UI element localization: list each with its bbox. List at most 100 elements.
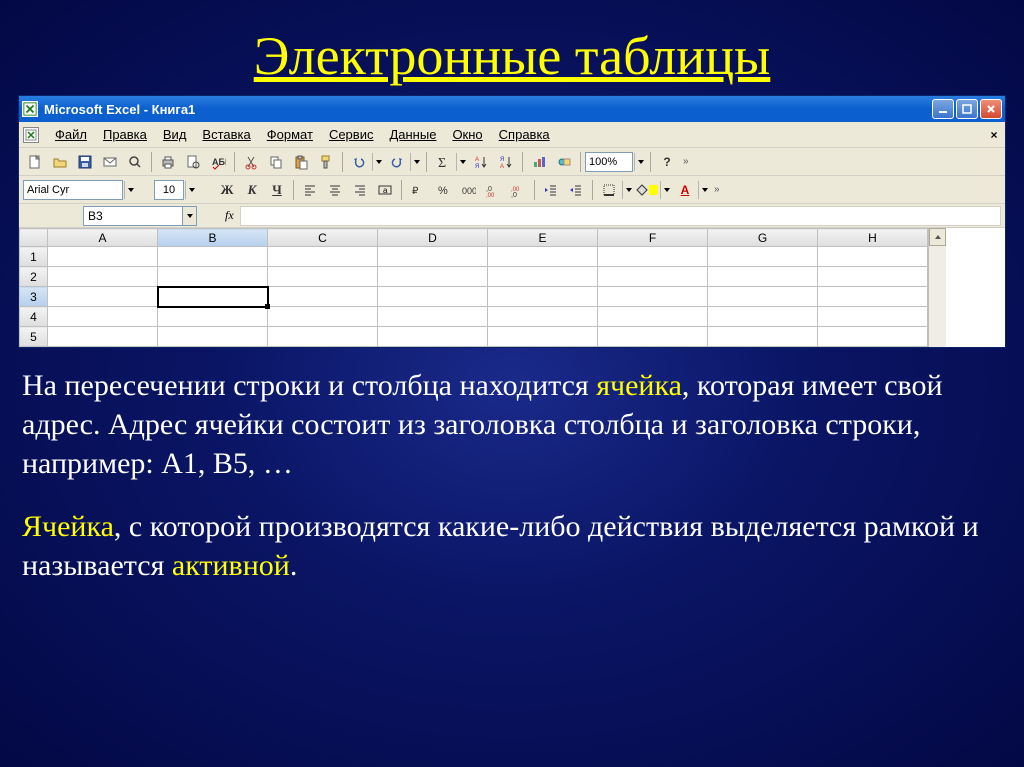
menu-format[interactable]: Формат xyxy=(259,125,321,144)
grid-table[interactable]: A B C D E F G H 1 2 3 4 5 xyxy=(19,228,928,347)
redo-dropdown-icon[interactable] xyxy=(410,153,422,171)
cell[interactable] xyxy=(268,307,378,327)
increase-decimal-icon[interactable]: ,00,0 xyxy=(506,179,530,201)
new-file-icon[interactable] xyxy=(23,151,47,173)
cell[interactable] xyxy=(708,327,818,347)
italic-button[interactable]: К xyxy=(240,179,264,201)
cell[interactable] xyxy=(488,327,598,347)
email-icon[interactable] xyxy=(98,151,122,173)
scroll-up-icon[interactable] xyxy=(929,228,946,246)
fill-color-dropdown-icon[interactable] xyxy=(660,181,672,199)
select-all-corner[interactable] xyxy=(20,229,48,247)
save-icon[interactable] xyxy=(73,151,97,173)
sort-desc-icon[interactable]: ЯА xyxy=(494,151,518,173)
row-header-2[interactable]: 2 xyxy=(20,267,48,287)
col-header-E[interactable]: E xyxy=(488,229,598,247)
cell[interactable] xyxy=(488,267,598,287)
undo-icon[interactable] xyxy=(347,151,371,173)
cell[interactable] xyxy=(378,327,488,347)
cell[interactable] xyxy=(268,247,378,267)
maximize-button[interactable] xyxy=(956,99,978,119)
cell[interactable] xyxy=(818,327,928,347)
col-header-H[interactable]: H xyxy=(818,229,928,247)
open-file-icon[interactable] xyxy=(48,151,72,173)
cell[interactable] xyxy=(818,267,928,287)
spellcheck-icon[interactable]: AБВ xyxy=(206,151,230,173)
name-box[interactable]: B3 xyxy=(83,206,183,226)
cell[interactable] xyxy=(268,267,378,287)
menu-view[interactable]: Вид xyxy=(155,125,195,144)
row-header-1[interactable]: 1 xyxy=(20,247,48,267)
menu-insert[interactable]: Вставка xyxy=(194,125,258,144)
cell[interactable] xyxy=(158,267,268,287)
chart-wizard-icon[interactable] xyxy=(527,151,551,173)
cell[interactable] xyxy=(158,327,268,347)
currency-icon[interactable]: ₽ xyxy=(406,179,430,201)
cell[interactable] xyxy=(818,287,928,307)
cell[interactable] xyxy=(378,247,488,267)
cell[interactable] xyxy=(598,247,708,267)
menu-file[interactable]: Файл xyxy=(47,125,95,144)
autosum-dropdown-icon[interactable] xyxy=(456,153,468,171)
cell[interactable] xyxy=(158,307,268,327)
cell[interactable] xyxy=(48,247,158,267)
cell[interactable] xyxy=(48,307,158,327)
row-header-4[interactable]: 4 xyxy=(20,307,48,327)
font-name-dropdown-icon[interactable] xyxy=(124,181,136,199)
menu-window[interactable]: Окно xyxy=(444,125,490,144)
cell[interactable] xyxy=(708,287,818,307)
merge-center-icon[interactable]: a xyxy=(373,179,397,201)
comma-style-icon[interactable]: 000 xyxy=(456,179,480,201)
bold-button[interactable]: Ж xyxy=(215,179,239,201)
cell[interactable] xyxy=(158,247,268,267)
col-header-F[interactable]: F xyxy=(598,229,708,247)
cell[interactable] xyxy=(48,327,158,347)
print-preview-icon[interactable] xyxy=(181,151,205,173)
menu-tools[interactable]: Сервис xyxy=(321,125,382,144)
cell[interactable] xyxy=(708,267,818,287)
col-header-C[interactable]: C xyxy=(268,229,378,247)
toolbar-overflow-icon[interactable]: » xyxy=(680,156,692,167)
font-color-icon[interactable]: А xyxy=(673,179,697,201)
decrease-indent-icon[interactable] xyxy=(539,179,563,201)
fill-color-icon[interactable] xyxy=(635,179,659,201)
font-name-select[interactable]: Arial Cyr xyxy=(23,180,123,200)
mdi-close-button[interactable]: × xyxy=(987,128,1001,142)
cell[interactable] xyxy=(818,307,928,327)
row-header-5[interactable]: 5 xyxy=(20,327,48,347)
document-icon[interactable] xyxy=(23,127,39,143)
formula-input[interactable] xyxy=(240,206,1001,226)
print-icon[interactable] xyxy=(156,151,180,173)
cell[interactable] xyxy=(48,287,158,307)
drawing-icon[interactable] xyxy=(552,151,576,173)
cell[interactable] xyxy=(378,287,488,307)
help-icon[interactable]: ? xyxy=(655,151,679,173)
percent-icon[interactable]: % xyxy=(431,179,455,201)
increase-indent-icon[interactable] xyxy=(564,179,588,201)
font-size-dropdown-icon[interactable] xyxy=(185,181,197,199)
col-header-D[interactable]: D xyxy=(378,229,488,247)
cell[interactable] xyxy=(378,307,488,327)
cell[interactable] xyxy=(708,307,818,327)
minimize-button[interactable] xyxy=(932,99,954,119)
zoom-select[interactable]: 100% xyxy=(585,152,633,172)
cell[interactable] xyxy=(378,267,488,287)
cell[interactable] xyxy=(818,247,928,267)
col-header-G[interactable]: G xyxy=(708,229,818,247)
cell[interactable] xyxy=(488,307,598,327)
align-center-icon[interactable] xyxy=(323,179,347,201)
cell[interactable] xyxy=(598,287,708,307)
col-header-B[interactable]: B xyxy=(158,229,268,247)
menu-edit[interactable]: Правка xyxy=(95,125,155,144)
scroll-track[interactable] xyxy=(929,246,946,347)
search-icon[interactable] xyxy=(123,151,147,173)
toolbar-overflow-icon[interactable]: » xyxy=(711,184,723,195)
align-left-icon[interactable] xyxy=(298,179,322,201)
cell[interactable] xyxy=(598,327,708,347)
cell[interactable] xyxy=(598,307,708,327)
format-painter-icon[interactable] xyxy=(314,151,338,173)
cell[interactable] xyxy=(268,327,378,347)
vertical-scrollbar[interactable] xyxy=(928,228,946,347)
copy-icon[interactable] xyxy=(264,151,288,173)
menu-help[interactable]: Справка xyxy=(491,125,558,144)
